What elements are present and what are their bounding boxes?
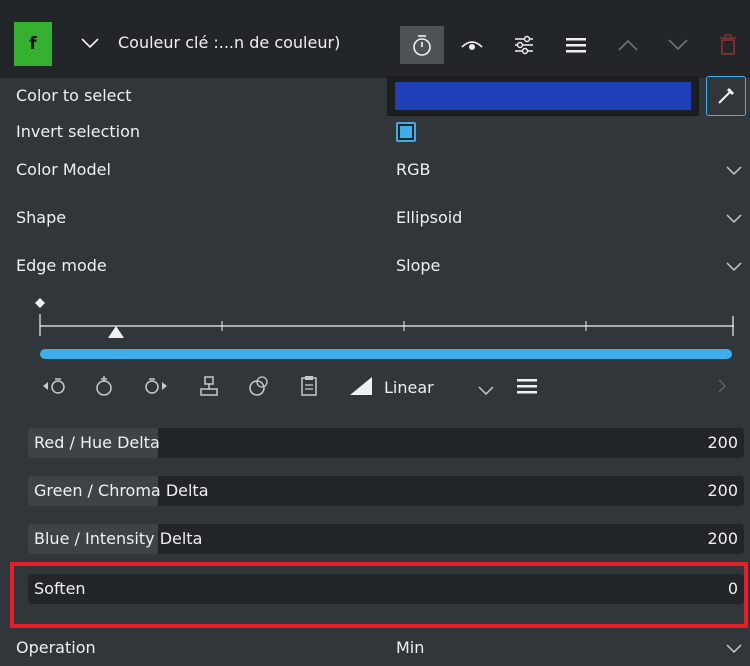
interpolation-icon [346, 372, 376, 400]
next-keyframe-icon[interactable] [140, 372, 170, 400]
timer-icon[interactable] [400, 26, 444, 64]
collapse-chevron-icon[interactable] [80, 36, 100, 50]
trash-icon[interactable] [712, 26, 744, 64]
add-keyframe-icon[interactable] [90, 372, 120, 400]
chevron-down-icon[interactable] [478, 386, 494, 396]
keyframe-at-cursor-icon[interactable] [194, 372, 224, 400]
color-to-select-label: Color to select [16, 86, 132, 105]
invert-selection-checkbox[interactable] [396, 122, 416, 142]
red-hue-delta-slider[interactable]: Red / Hue Delta 200 [28, 428, 744, 458]
paste-keyframe-icon[interactable] [294, 372, 324, 400]
edge-mode-label: Edge mode [16, 256, 107, 275]
slider-label: Red / Hue Delta [34, 433, 160, 452]
hamburger-menu-icon[interactable] [558, 26, 594, 64]
effect-title: Couleur clé :...n de couleur) [118, 33, 341, 52]
operation-value[interactable]: Min [396, 638, 424, 657]
slider-value: 200 [707, 433, 738, 452]
slider-label: Green / Chroma Delta [34, 481, 209, 500]
chevron-right-icon[interactable] [710, 372, 734, 400]
chevron-down-icon[interactable] [726, 214, 742, 224]
shape-label: Shape [16, 208, 67, 227]
chevron-down-icon[interactable] [726, 262, 742, 272]
copy-keyframe-icon[interactable] [244, 372, 274, 400]
color-swatch[interactable] [387, 76, 699, 116]
slider-label: Blue / Intensity Delta [34, 529, 203, 548]
sliders-icon[interactable] [506, 26, 542, 64]
slider-value: 200 [707, 481, 738, 500]
move-up-chevron-icon[interactable] [610, 26, 646, 64]
slider-value: 200 [707, 529, 738, 548]
selected-color-fill [395, 82, 691, 110]
effect-badge[interactable]: f [14, 22, 52, 66]
playhead-marker[interactable] [108, 326, 124, 338]
shape-value[interactable]: Ellipsoid [396, 208, 462, 227]
keyframe-zone-bar[interactable] [40, 349, 732, 359]
color-picker-button[interactable] [706, 76, 746, 116]
green-chroma-delta-slider[interactable]: Green / Chroma Delta 200 [28, 476, 744, 506]
move-down-chevron-icon[interactable] [660, 26, 696, 64]
checkbox-mark [400, 126, 412, 138]
chevron-down-icon[interactable] [726, 166, 742, 176]
blue-intensity-delta-slider[interactable]: Blue / Intensity Delta 200 [28, 524, 744, 554]
interpolation-value[interactable]: Linear [384, 378, 434, 397]
operation-label: Operation [16, 638, 96, 657]
keyframe-timeline[interactable] [30, 296, 746, 346]
hamburger-menu-icon[interactable] [512, 372, 542, 400]
eyedropper-icon [718, 87, 735, 104]
edge-mode-value[interactable]: Slope [396, 256, 440, 275]
previous-keyframe-icon[interactable] [40, 372, 70, 400]
color-model-value[interactable]: RGB [396, 160, 431, 179]
color-model-label: Color Model [16, 160, 111, 179]
eye-icon[interactable] [454, 26, 490, 64]
chevron-down-icon[interactable] [726, 644, 742, 654]
highlight-box [10, 562, 748, 628]
keyframe-marker[interactable] [35, 298, 45, 308]
invert-selection-label: Invert selection [16, 122, 141, 141]
